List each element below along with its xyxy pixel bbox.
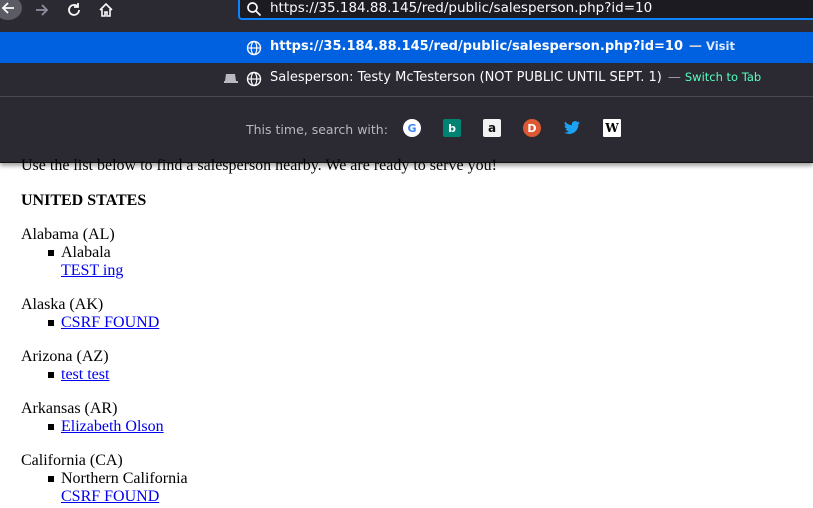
google-icon[interactable]: G <box>403 119 421 137</box>
home-button[interactable] <box>94 0 118 20</box>
state-name: Alaska (AK) <box>21 296 104 313</box>
bing-icon[interactable]: b <box>443 119 461 137</box>
salesperson-link[interactable]: CSRF FOUND <box>61 488 159 505</box>
suggestion-switch-to-tab[interactable]: Salesperson: Testy McTesterson (NOT PUBL… <box>0 63 813 94</box>
url-suggestions-dropdown: https://35.184.88.145/red/public/salespe… <box>0 30 813 163</box>
intro-text: Use the list below to find a salesperson… <box>21 157 497 174</box>
state-name: Alabama (AL) <box>21 226 115 243</box>
suggestion-visit[interactable]: https://35.184.88.145/red/public/salespe… <box>0 32 813 63</box>
visit-action: Visit <box>706 39 735 53</box>
list-item: Elizabeth Olson <box>21 418 164 436</box>
back-button[interactable] <box>0 0 22 20</box>
globe-icon <box>246 40 262 56</box>
home-icon <box>99 2 113 17</box>
bullet-icon <box>48 476 54 482</box>
region-name: Northern California <box>61 470 188 487</box>
state-name: California (CA) <box>21 452 123 469</box>
wikipedia-icon[interactable]: W <box>603 119 621 137</box>
suggestion-separator: — <box>689 39 703 54</box>
forward-arrow-icon <box>36 4 49 16</box>
suggestion-separator: — <box>667 70 681 85</box>
state-block: Alabama (AL) Alabala TEST ing <box>21 226 123 280</box>
state-block: Arkansas (AR) Elizabeth Olson <box>21 400 164 436</box>
list-item: test test <box>21 366 109 384</box>
suggestion-url: https://35.184.88.145/red/public/salespe… <box>270 39 684 54</box>
amazon-icon[interactable]: a <box>483 119 501 137</box>
list-item: Northern California CSRF FOUND <box>21 470 188 506</box>
state-block: California (CA) Northern California CSRF… <box>21 452 188 506</box>
globe-icon <box>246 71 262 87</box>
back-arrow-icon <box>1 2 14 14</box>
bullet-icon <box>48 320 54 326</box>
forward-button[interactable] <box>30 0 54 20</box>
salesperson-link[interactable]: CSRF FOUND <box>61 314 159 331</box>
bullet-icon <box>48 372 54 378</box>
state-block: Alaska (AK) CSRF FOUND <box>21 296 159 332</box>
bullet-icon <box>48 250 54 256</box>
twitter-bird-icon <box>564 121 580 134</box>
state-block: Arizona (AZ) test test <box>21 348 109 384</box>
list-item: CSRF FOUND <box>21 314 159 332</box>
address-bar[interactable] <box>238 0 813 20</box>
state-name: Arizona (AZ) <box>21 348 109 365</box>
twitter-icon[interactable] <box>563 119 581 137</box>
open-tab-icon <box>224 74 238 83</box>
reload-button[interactable] <box>62 0 86 20</box>
country-heading: UNITED STATES <box>21 192 147 209</box>
salesperson-link[interactable]: TEST ing <box>61 262 123 279</box>
dropdown-divider <box>0 96 813 97</box>
salesperson-link[interactable]: test test <box>61 366 109 383</box>
duckduckgo-icon[interactable]: D <box>523 119 541 137</box>
state-name: Arkansas (AR) <box>21 400 118 417</box>
region-name: Alabala <box>61 244 111 261</box>
search-with-label: This time, search with: <box>246 122 388 137</box>
salesperson-link[interactable]: Elizabeth Olson <box>61 418 164 435</box>
list-item: Alabala TEST ing <box>21 244 123 280</box>
switch-to-tab-action: Switch to Tab <box>684 70 762 84</box>
suggestion-title: Salesperson: Testy McTesterson (NOT PUBL… <box>270 70 662 85</box>
reload-icon <box>68 3 80 16</box>
url-input[interactable] <box>270 0 810 18</box>
browser-toolbar <box>0 0 813 30</box>
search-icon <box>247 2 262 17</box>
bullet-icon <box>48 424 54 430</box>
